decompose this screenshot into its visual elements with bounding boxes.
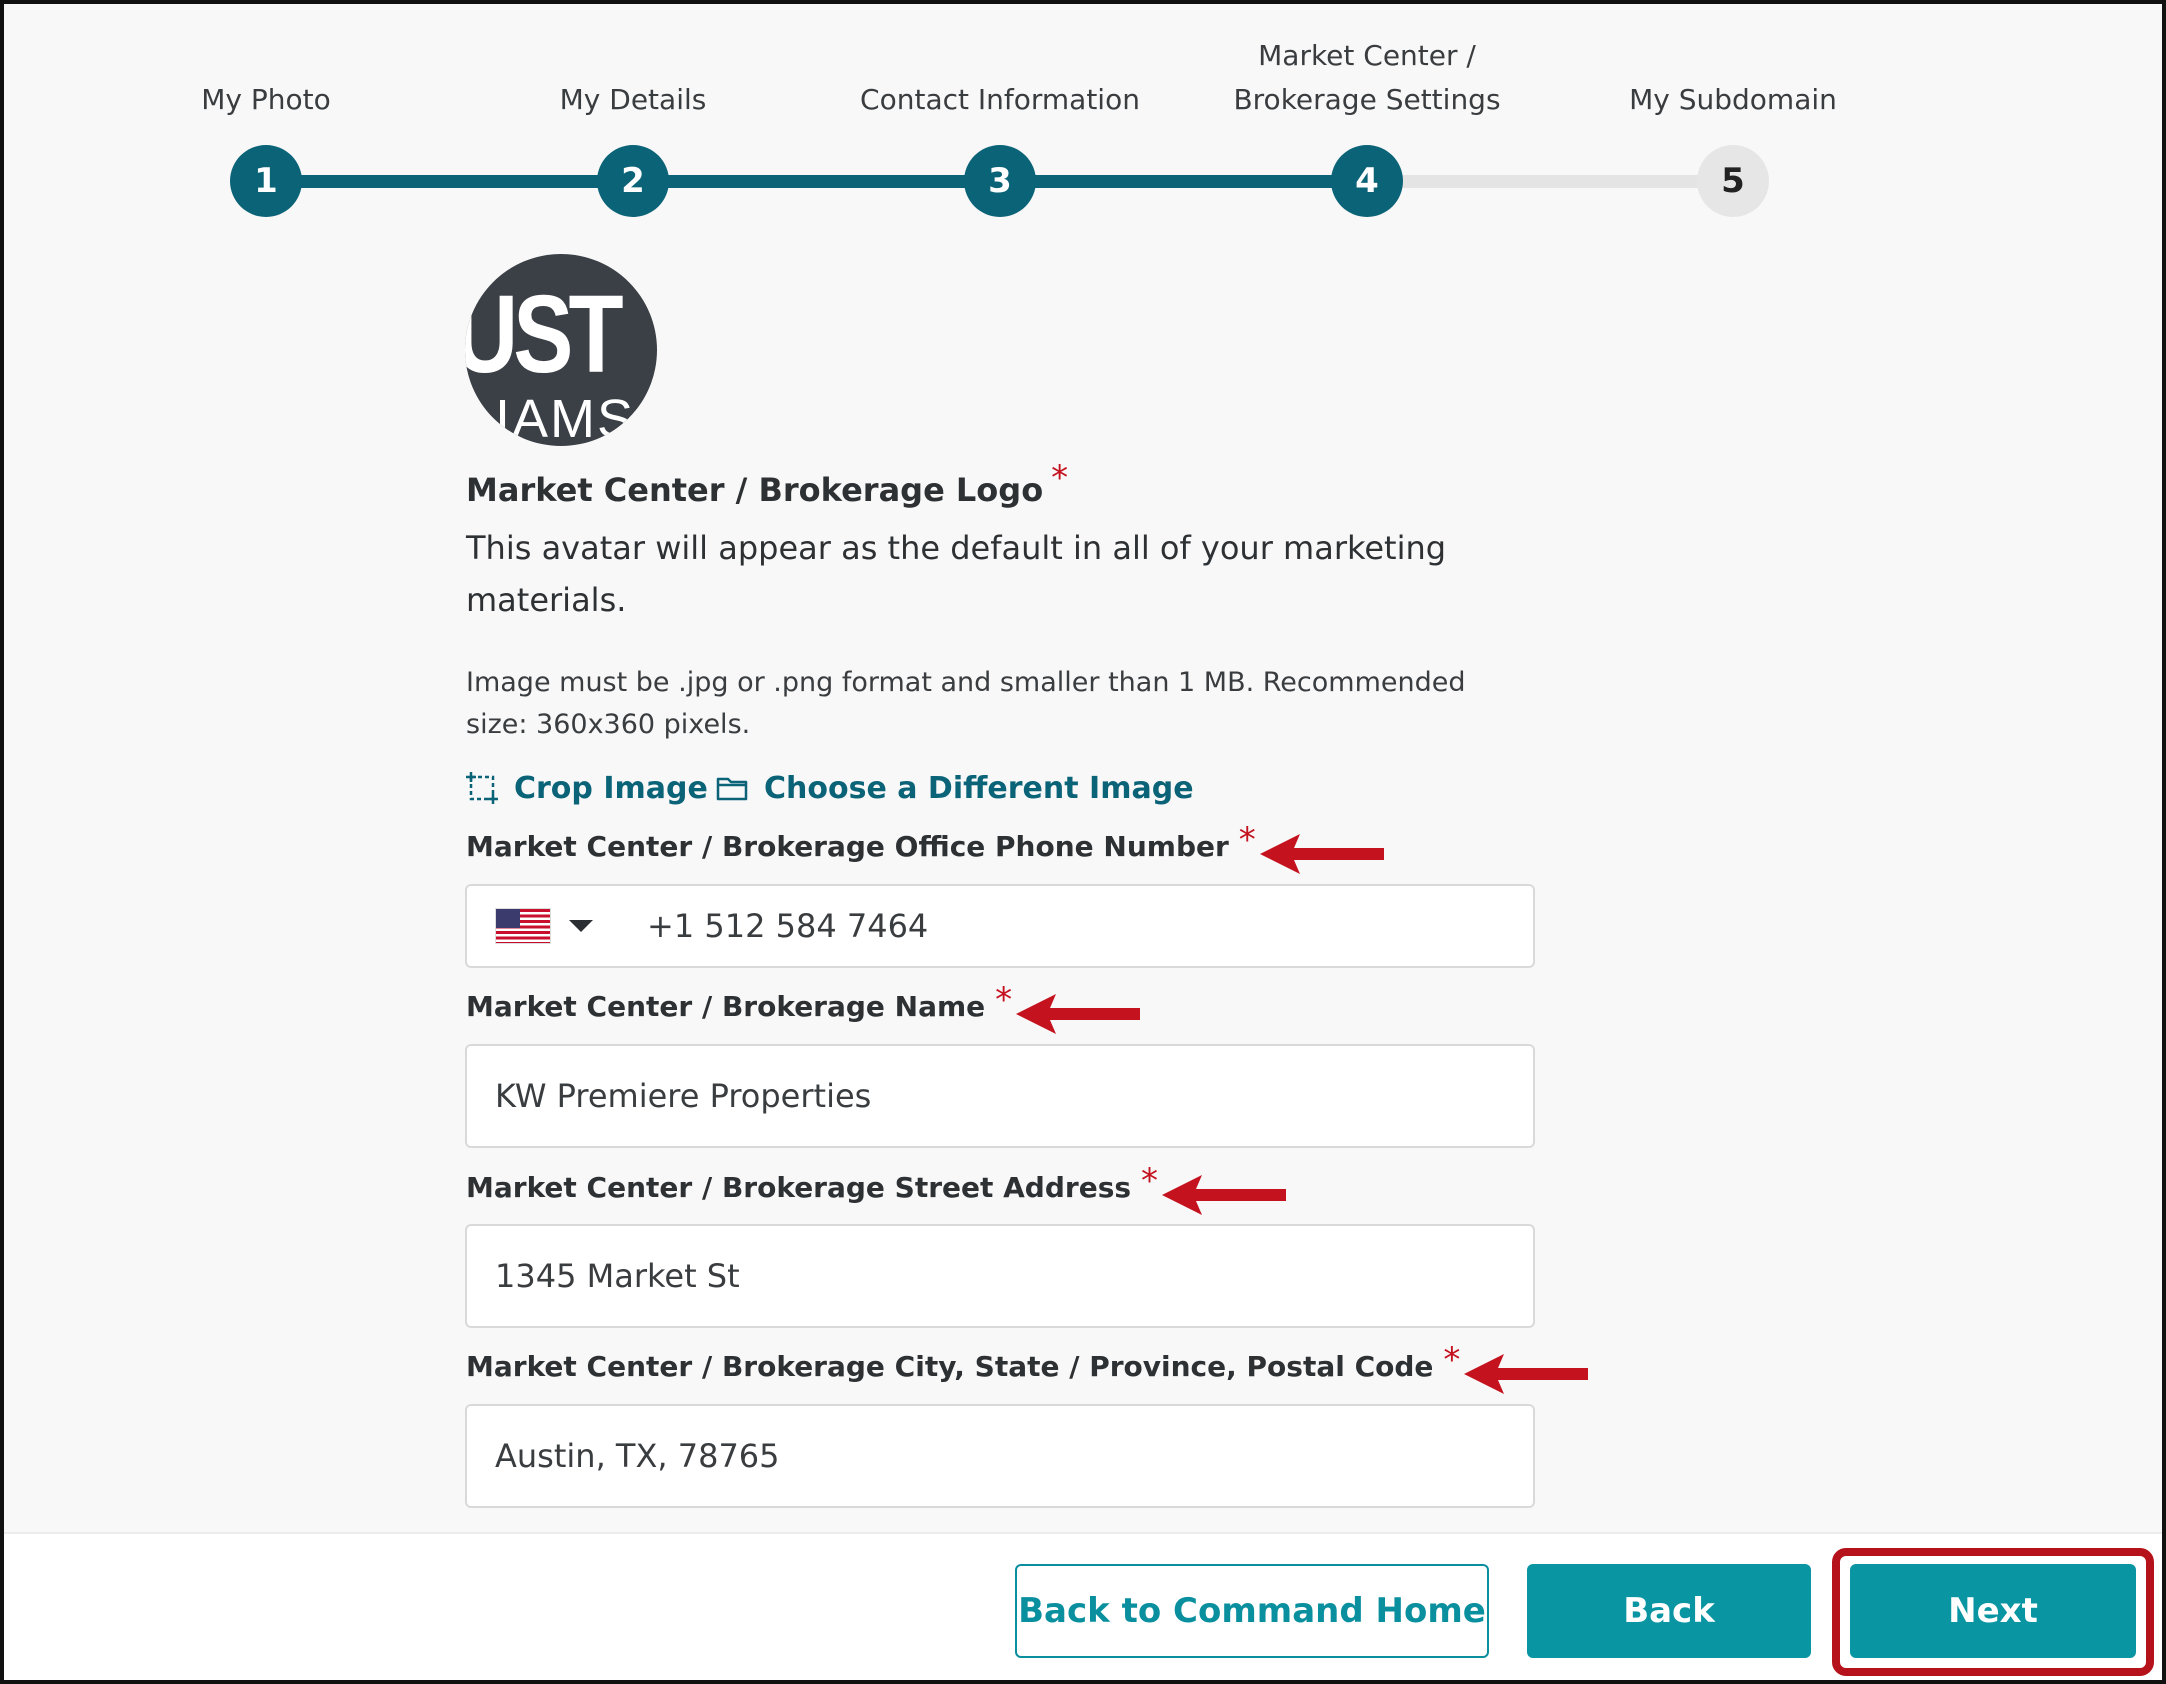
crop-image-label: Crop Image [514,770,708,806]
phone-label-text: Market Center / Brokerage Office Phone N… [466,830,1229,863]
folder-icon [716,777,748,801]
brokerage-name-value[interactable]: KW Premiere Properties [495,1077,871,1115]
phone-value[interactable]: +1 512 584 7464 [647,907,928,945]
city-state-postal-input[interactable]: Austin, TX, 78765 [465,1404,1535,1508]
red-arrow-annotation-icon [1162,1175,1287,1215]
city-state-postal-field-label: Market Center / Brokerage City, State / … [466,1340,1589,1394]
logo-image-hint: Image must be .jpg or .png format and sm… [466,667,1466,740]
avatar-logo-text-top: UST [465,273,624,396]
footer-bar: Back to Command Home Back Next [4,1532,2162,1680]
step-4-circle[interactable]: 4 [1331,145,1403,217]
step-3-circle[interactable]: 3 [964,145,1036,217]
step-label-line-2: Brokerage Settings [1233,83,1501,116]
brokerage-name-input[interactable]: KW Premiere Properties [465,1044,1535,1148]
crop-image-link[interactable]: Crop Image [464,770,708,806]
back-to-command-home-button[interactable]: Back to Command Home [1015,1564,1489,1658]
step-2-circle[interactable]: 2 [597,145,669,217]
street-address-label-text: Market Center / Brokerage Street Address [466,1171,1132,1204]
street-address-input[interactable]: 1345 Market St [465,1224,1535,1328]
red-arrow-annotation-icon [1464,1354,1589,1394]
us-flag-icon[interactable] [495,908,551,944]
step-connector-4-5 [1400,175,1730,188]
choose-different-image-label: Choose a Different Image [764,770,1194,806]
phone-field-label: Market Center / Brokerage Office Phone N… [466,820,1384,874]
required-asterisk: * [1141,1161,1159,1201]
onboarding-window: My Photo My Details Contact Information … [0,0,2166,1684]
required-asterisk: * [1051,458,1069,498]
logo-section-title: Market Center / Brokerage Logo * [466,458,1068,510]
step-label-my-details: My Details [559,83,707,116]
required-asterisk: * [995,980,1013,1020]
step-5-circle: 5 [1697,145,1769,217]
city-state-postal-label-text: Market Center / Brokerage City, State / … [466,1350,1434,1383]
brokerage-name-label-text: Market Center / Brokerage Name [466,990,986,1023]
step-1-circle[interactable]: 1 [230,145,302,217]
step-label-line-1: Market Center / [1258,39,1476,72]
step-label-brokerage-settings: Market Center / Brokerage Settings [1187,34,1547,122]
city-state-postal-value[interactable]: Austin, TX, 78765 [495,1437,780,1475]
step-label-my-subdomain: My Subdomain [1629,83,1837,116]
choose-different-image-link[interactable]: Choose a Different Image [714,770,1194,806]
back-button[interactable]: Back [1527,1564,1811,1658]
logo-title-text: Market Center / Brokerage Logo [466,471,1044,509]
progress-stepper: My Photo My Details Contact Information … [4,4,2162,244]
avatar-logo-text-bottom: IAMS [495,389,636,446]
brokerage-logo-avatar: UST IAMS [465,254,657,446]
next-button[interactable]: Next [1850,1564,2136,1658]
required-asterisk: * [1443,1340,1461,1380]
step-connector-2-3 [666,175,996,188]
flag-canton [496,909,520,928]
logo-description: This avatar will appear as the default i… [466,529,1447,619]
crop-icon [466,772,498,804]
country-dropdown-chevron-down-icon[interactable] [569,920,593,932]
step-connector-1-2 [299,175,629,188]
red-arrow-annotation-icon [1259,834,1384,874]
step-connector-3-4 [1034,175,1364,188]
step-label-my-photo: My Photo [201,83,331,116]
street-address-value[interactable]: 1345 Market St [495,1257,740,1295]
red-arrow-annotation-icon [1016,994,1141,1034]
step-label-contact-information: Contact Information [860,83,1140,116]
street-address-field-label: Market Center / Brokerage Street Address… [466,1161,1287,1215]
required-asterisk: * [1238,820,1256,860]
phone-input[interactable]: +1 512 584 7464 [465,884,1535,968]
brokerage-name-field-label: Market Center / Brokerage Name * [466,980,1141,1034]
